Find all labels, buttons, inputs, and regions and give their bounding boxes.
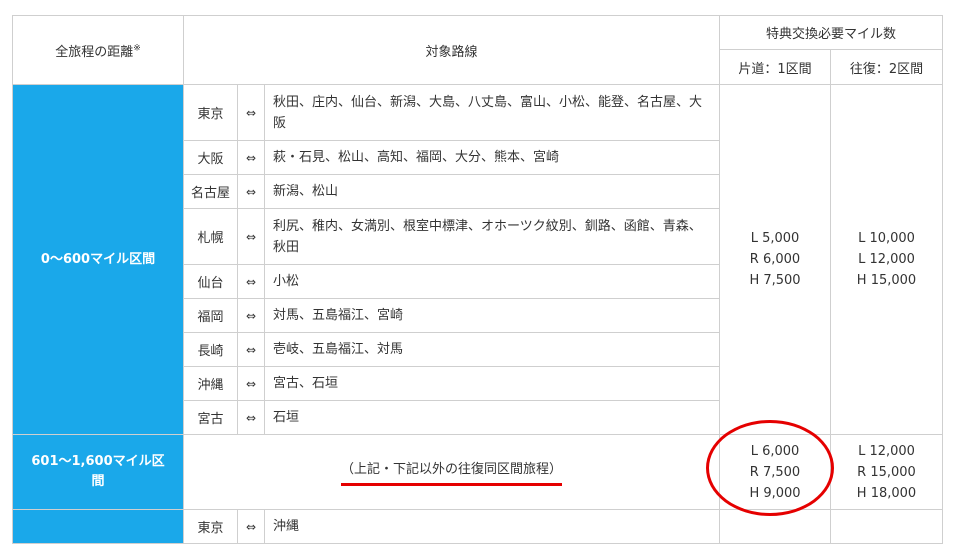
band2-roundtrip-miles: L 12,000 R 15,000 H 18,000 bbox=[829, 434, 944, 510]
miles-r: R 6,000 bbox=[749, 252, 801, 267]
band1-oneway-miles: L 5,000 R 6,000 H 7,500 bbox=[719, 84, 831, 435]
route-origin: 長崎 bbox=[183, 332, 238, 367]
red-highlight-circle bbox=[706, 420, 834, 516]
distance-header: 全旅程の距離※ bbox=[12, 15, 184, 85]
route-origin: 仙台 bbox=[183, 264, 238, 299]
roundtrip-header: 往復：2区間 bbox=[829, 49, 944, 85]
band-601-1600-label: 601〜1,600マイル区間 bbox=[12, 434, 184, 510]
miles-l: L 5,000 bbox=[750, 231, 800, 246]
miles-r: L 12,000 bbox=[858, 252, 915, 267]
distance-header-text: 全旅程の距離 bbox=[55, 44, 134, 60]
band2-route-note: （上記・下記以外の往復同区間旅程） bbox=[340, 458, 562, 486]
route-origin: 東京 bbox=[183, 84, 238, 141]
route-origin: 福岡 bbox=[183, 298, 238, 333]
band2-route-note-cell: （上記・下記以外の往復同区間旅程） bbox=[183, 434, 720, 510]
route-destinations: 利尻、稚内、女満別、根室中標津、オホーツク紋別、釧路、函館、青森、秋田 bbox=[264, 208, 720, 265]
route-destinations: 石垣 bbox=[264, 400, 720, 435]
bidirectional-arrow-icon: ⇔ bbox=[237, 366, 265, 401]
route-origin: 札幌 bbox=[183, 208, 238, 265]
bidirectional-arrow-icon: ⇔ bbox=[237, 298, 265, 333]
bidirectional-arrow-icon: ⇔ bbox=[237, 264, 265, 299]
route-destinations: 小松 bbox=[264, 264, 720, 299]
miles-h: H 7,500 bbox=[749, 273, 801, 288]
footnote-mark: ※ bbox=[133, 43, 141, 54]
band-0-600-label: 0〜600マイル区間 bbox=[12, 84, 184, 435]
route-destinations: 壱岐、五島福江、対馬 bbox=[264, 332, 720, 367]
route-destinations: 新潟、松山 bbox=[264, 174, 720, 209]
route-origin: 大阪 bbox=[183, 140, 238, 175]
bidirectional-arrow-icon: ⇔ bbox=[237, 174, 265, 209]
route-origin: 宮古 bbox=[183, 400, 238, 435]
oneway-header: 片道：1区間 bbox=[719, 49, 831, 85]
miles-h: H 15,000 bbox=[856, 273, 917, 288]
route-destinations: 宮古、石垣 bbox=[264, 366, 720, 401]
route-destinations: 秋田、庄内、仙台、新潟、大島、八丈島、富山、小松、能登、名古屋、大阪 bbox=[264, 84, 720, 141]
miles-l: L 10,000 bbox=[858, 231, 915, 246]
miles-r: R 15,000 bbox=[857, 464, 916, 480]
routes-header: 対象路線 bbox=[183, 15, 720, 85]
route-origin: 名古屋 bbox=[183, 174, 238, 209]
route-destinations: 萩・石見、松山、高知、福岡、大分、熊本、宮崎 bbox=[264, 140, 720, 175]
miles-l: L 12,000 bbox=[858, 443, 915, 459]
route-origin: 沖縄 bbox=[183, 366, 238, 401]
band1-roundtrip-miles: L 10,000 L 12,000 H 15,000 bbox=[829, 84, 944, 435]
bidirectional-arrow-icon: ⇔ bbox=[237, 84, 265, 141]
miles-h: H 18,000 bbox=[856, 485, 917, 501]
bidirectional-arrow-icon: ⇔ bbox=[237, 400, 265, 435]
bidirectional-arrow-icon: ⇔ bbox=[237, 140, 265, 175]
bidirectional-arrow-icon: ⇔ bbox=[237, 332, 265, 367]
miles-header: 特典交換必要マイル数 bbox=[718, 15, 944, 50]
bidirectional-arrow-icon: ⇔ bbox=[237, 208, 265, 265]
route-destinations: 対馬、五島福江、宮崎 bbox=[264, 298, 720, 333]
